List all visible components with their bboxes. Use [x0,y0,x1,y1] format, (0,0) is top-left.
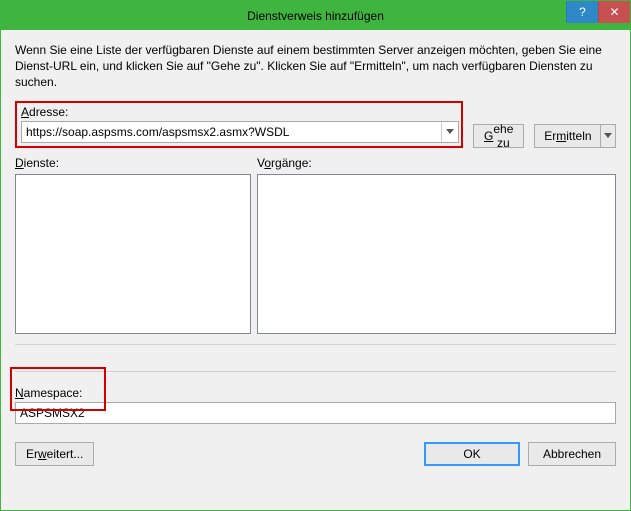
status-strip [15,344,616,372]
address-combobox[interactable] [21,121,459,143]
help-button[interactable]: ? [566,1,598,23]
intro-text: Wenn Sie eine Liste der verfügbaren Dien… [15,42,615,91]
operations-listbox[interactable] [257,174,616,334]
address-drop-button[interactable] [441,122,458,142]
namespace-group: Namespace: [15,386,616,424]
dialog-body: Wenn Sie eine Liste der verfügbaren Dien… [1,30,630,510]
footer-row: Erweitert... OK Abbrechen [15,442,616,466]
cancel-button[interactable]: Abbrechen [528,442,616,466]
address-row: Adresse: Gehe zu Ermitteln [15,101,616,148]
discover-split-button: Ermitteln [534,124,616,148]
close-icon: ✕ [609,5,619,19]
operations-label: Vorgänge: [257,156,616,170]
services-listbox[interactable] [15,174,251,334]
namespace-input[interactable] [15,402,616,424]
address-group: Adresse: [15,101,463,148]
titlebar: Dienstverweis hinzufügen ? ✕ [1,1,630,30]
ok-button[interactable]: OK [424,442,520,466]
address-input[interactable] [22,122,441,142]
advanced-button[interactable]: Erweitert... [15,442,94,466]
discover-arrow-button[interactable] [600,124,616,148]
address-label: Adresse: [21,105,459,119]
services-column: Dienste: [15,156,251,334]
dialog-window: Dienstverweis hinzufügen ? ✕ Wenn Sie ei… [0,0,631,511]
help-icon: ? [579,5,586,19]
chevron-down-icon [604,133,612,138]
close-button[interactable]: ✕ [598,1,630,23]
namespace-label: Namespace: [15,386,616,400]
window-buttons: ? ✕ [566,1,630,23]
discover-button[interactable]: Ermitteln [534,124,600,148]
lists-row: Dienste: Vorgänge: [15,156,616,334]
window-title: Dienstverweis hinzufügen [1,9,630,23]
go-button[interactable]: Gehe zu [473,124,524,148]
services-label: Dienste: [15,156,251,170]
operations-column: Vorgänge: [257,156,616,334]
chevron-down-icon [446,129,454,134]
